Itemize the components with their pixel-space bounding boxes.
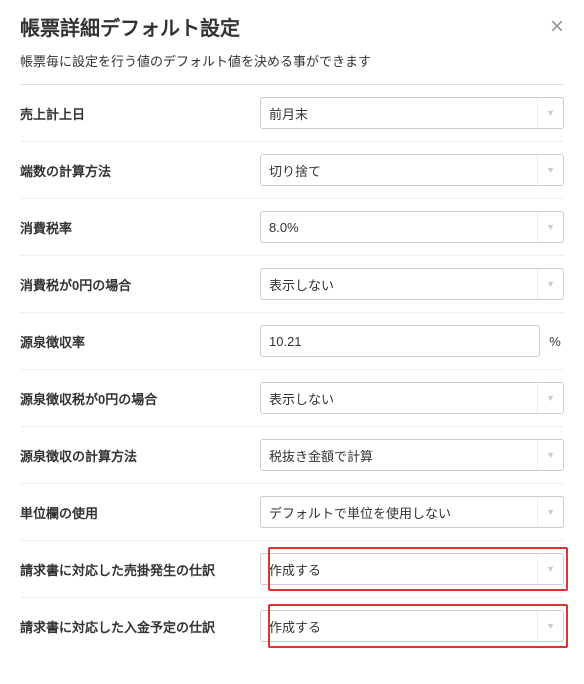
- select-value: 作成する: [269, 560, 321, 579]
- field-withholding-rate: %: [260, 325, 564, 357]
- chevron-down-icon: ▼: [537, 554, 555, 584]
- chevron-down-icon: ▼: [537, 212, 555, 242]
- chevron-down-icon: ▼: [537, 440, 555, 470]
- row-unit-column: 単位欄の使用 デフォルトで単位を使用しない ▼: [20, 484, 564, 541]
- row-sales-date: 売上計上日 前月末 ▼: [20, 85, 564, 142]
- label-withholding-rate: 源泉徴収率: [20, 332, 250, 351]
- form-rows: 売上計上日 前月末 ▼ 端数の計算方法 切り捨て ▼ 消費税率 8.0% ▼ 消…: [0, 85, 584, 684]
- field-ar-journal: 作成する ▼: [260, 553, 564, 585]
- row-tax-rate: 消費税率 8.0% ▼: [20, 199, 564, 256]
- field-withholding-calc: 税抜き金額で計算 ▼: [260, 439, 564, 471]
- field-withholding-zero: 表示しない ▼: [260, 382, 564, 414]
- label-sales-date: 売上計上日: [20, 104, 250, 123]
- row-rounding: 端数の計算方法 切り捨て ▼: [20, 142, 564, 199]
- label-withholding-calc: 源泉徴収の計算方法: [20, 446, 250, 465]
- select-value: 表示しない: [269, 275, 334, 294]
- row-withholding-rate: 源泉徴収率 %: [20, 313, 564, 370]
- label-tax-zero: 消費税が0円の場合: [20, 275, 250, 294]
- chevron-down-icon: ▼: [537, 155, 555, 185]
- select-payment-journal[interactable]: 作成する ▼: [260, 610, 564, 642]
- label-rounding: 端数の計算方法: [20, 161, 250, 180]
- chevron-down-icon: ▼: [537, 269, 555, 299]
- modal-description: 帳票毎に設定を行う値のデフォルト値を決める事ができます: [0, 51, 584, 84]
- row-ar-journal: 請求書に対応した売掛発生の仕訳 作成する ▼: [20, 541, 564, 598]
- select-value: 税抜き金額で計算: [269, 446, 373, 465]
- row-withholding-calc: 源泉徴収の計算方法 税抜き金額で計算 ▼: [20, 427, 564, 484]
- suffix-percent: %: [546, 334, 564, 349]
- select-rounding[interactable]: 切り捨て ▼: [260, 154, 564, 186]
- select-ar-journal[interactable]: 作成する ▼: [260, 553, 564, 585]
- label-ar-journal: 請求書に対応した売掛発生の仕訳: [20, 560, 250, 579]
- input-withholding-rate[interactable]: [260, 325, 540, 357]
- field-payment-journal: 作成する ▼: [260, 610, 564, 642]
- label-tax-rate: 消費税率: [20, 218, 250, 237]
- modal-header: 帳票詳細デフォルト設定 ×: [0, 0, 584, 51]
- field-tax-zero: 表示しない ▼: [260, 268, 564, 300]
- chevron-down-icon: ▼: [537, 611, 555, 641]
- row-payment-journal: 請求書に対応した入金予定の仕訳 作成する ▼: [20, 598, 564, 654]
- select-tax-zero[interactable]: 表示しない ▼: [260, 268, 564, 300]
- select-value: 前月末: [269, 104, 308, 123]
- field-tax-rate: 8.0% ▼: [260, 211, 564, 243]
- select-unit-column[interactable]: デフォルトで単位を使用しない ▼: [260, 496, 564, 528]
- chevron-down-icon: ▼: [537, 98, 555, 128]
- select-withholding-zero[interactable]: 表示しない ▼: [260, 382, 564, 414]
- row-withholding-zero: 源泉徴収税が0円の場合 表示しない ▼: [20, 370, 564, 427]
- label-withholding-zero: 源泉徴収税が0円の場合: [20, 389, 250, 408]
- close-icon[interactable]: ×: [550, 15, 564, 39]
- row-tax-zero: 消費税が0円の場合 表示しない ▼: [20, 256, 564, 313]
- select-value: 8.0%: [269, 220, 299, 235]
- field-unit-column: デフォルトで単位を使用しない ▼: [260, 496, 564, 528]
- select-sales-date[interactable]: 前月末 ▼: [260, 97, 564, 129]
- select-value: 切り捨て: [269, 161, 321, 180]
- modal-title: 帳票詳細デフォルト設定: [20, 12, 240, 41]
- chevron-down-icon: ▼: [537, 497, 555, 527]
- select-tax-rate[interactable]: 8.0% ▼: [260, 211, 564, 243]
- select-value: 作成する: [269, 617, 321, 636]
- field-rounding: 切り捨て ▼: [260, 154, 564, 186]
- label-payment-journal: 請求書に対応した入金予定の仕訳: [20, 617, 250, 636]
- select-withholding-calc[interactable]: 税抜き金額で計算 ▼: [260, 439, 564, 471]
- label-unit-column: 単位欄の使用: [20, 503, 250, 522]
- select-value: 表示しない: [269, 389, 334, 408]
- select-value: デフォルトで単位を使用しない: [269, 503, 451, 522]
- field-sales-date: 前月末 ▼: [260, 97, 564, 129]
- chevron-down-icon: ▼: [537, 383, 555, 413]
